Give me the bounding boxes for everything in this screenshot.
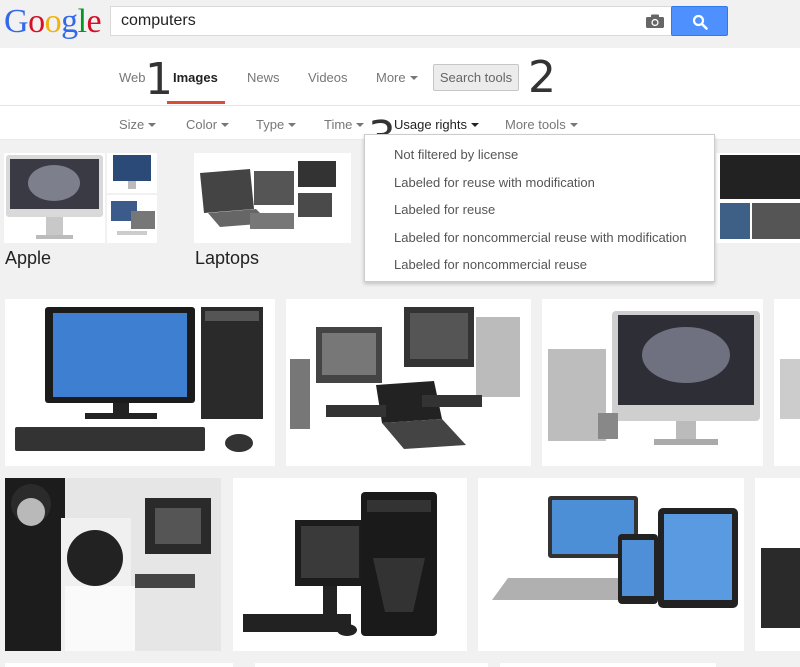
students-computer-image xyxy=(5,478,221,651)
image-result[interactable] xyxy=(500,663,716,667)
tool-usage-rights-label: Usage rights xyxy=(394,117,467,132)
imac-desktop-image xyxy=(542,299,763,466)
tool-usage-rights[interactable]: Usage rights xyxy=(394,117,479,132)
tool-color[interactable]: Color xyxy=(186,117,230,132)
related-apple-main-thumb[interactable] xyxy=(4,153,105,243)
laptops-image xyxy=(194,153,351,243)
usage-option-reuse[interactable]: Labeled for reuse xyxy=(394,202,495,217)
active-tab-indicator xyxy=(167,101,225,104)
image-result[interactable] xyxy=(233,478,467,651)
logo-letter-o2: o xyxy=(44,3,62,40)
image-result[interactable] xyxy=(255,663,488,667)
tab-web[interactable]: Web xyxy=(119,70,146,85)
image-result[interactable] xyxy=(774,299,800,466)
related-apple-thumb-3[interactable] xyxy=(107,195,157,243)
tool-time[interactable]: Time xyxy=(324,117,365,132)
chevron-down-icon xyxy=(569,123,578,127)
usage-option-reuse-modification[interactable]: Labeled for reuse with modification xyxy=(394,175,595,190)
black-desktop-image xyxy=(233,478,467,651)
tab-more[interactable]: More xyxy=(376,70,418,85)
image-result[interactable] xyxy=(542,299,763,466)
tool-type-label: Type xyxy=(256,117,285,132)
usage-option-noncommercial[interactable]: Labeled for noncommercial reuse xyxy=(394,257,587,272)
chevron-down-icon xyxy=(356,123,365,127)
logo-letter-l: l xyxy=(77,3,87,40)
tool-more-tools[interactable]: More tools xyxy=(505,117,578,132)
tool-more-tools-label: More tools xyxy=(505,117,566,132)
tool-type[interactable]: Type xyxy=(256,117,297,132)
related-thumb-right[interactable] xyxy=(716,153,800,243)
image-result[interactable] xyxy=(5,299,275,466)
camera-icon[interactable] xyxy=(646,14,664,28)
image-result[interactable] xyxy=(5,478,221,651)
tool-size[interactable]: Size xyxy=(119,117,157,132)
usage-rights-menu: Not filtered by license Labeled for reus… xyxy=(364,134,715,282)
search-nav: Web Images News Videos More Search tools… xyxy=(0,48,800,106)
usage-option-not-filtered[interactable]: Not filtered by license xyxy=(394,147,518,162)
search-input[interactable] xyxy=(121,7,621,35)
chevron-down-icon xyxy=(288,123,297,127)
tab-more-label: More xyxy=(376,70,406,85)
logo-letter-e: e xyxy=(86,3,102,40)
related-laptops-thumb[interactable] xyxy=(194,153,351,243)
tool-color-label: Color xyxy=(186,117,218,132)
page: { "logo": {"letters": ["G","o","o","g","… xyxy=(0,0,800,667)
image-result[interactable] xyxy=(755,478,800,651)
tab-news[interactable]: News xyxy=(247,70,280,85)
image-result[interactable] xyxy=(5,663,233,667)
annotation-one: 1 xyxy=(145,54,173,105)
tab-videos[interactable]: Videos xyxy=(308,70,348,85)
header: Google xyxy=(0,0,800,48)
related-apple-thumb-2[interactable] xyxy=(107,153,157,193)
search-box xyxy=(110,6,672,36)
devices-image xyxy=(478,478,744,651)
search-tools-button[interactable]: Search tools xyxy=(433,64,519,91)
tab-images[interactable]: Images xyxy=(173,70,218,85)
desktop-computer-image xyxy=(5,299,275,466)
image-result[interactable] xyxy=(286,299,531,466)
imac-image xyxy=(4,153,105,243)
logo-letter-g1: G xyxy=(4,3,29,40)
computers-group-image xyxy=(286,299,531,466)
tool-size-label: Size xyxy=(119,117,145,132)
computer-image xyxy=(774,299,800,466)
chevron-down-icon xyxy=(221,123,230,127)
image-result[interactable] xyxy=(478,478,744,651)
logo-letter-o1: o xyxy=(28,3,45,40)
google-logo[interactable]: Google xyxy=(4,3,102,40)
tool-time-label: Time xyxy=(324,117,353,132)
imac-image xyxy=(107,153,157,193)
annotation-two: 2 xyxy=(528,52,556,103)
search-button[interactable] xyxy=(671,6,728,36)
chevron-down-icon xyxy=(470,123,479,127)
computer-image xyxy=(755,478,800,651)
usage-option-noncommercial-modification[interactable]: Labeled for noncommercial reuse with mod… xyxy=(394,230,687,245)
chevron-down-icon xyxy=(148,123,157,127)
chevron-down-icon xyxy=(409,76,418,80)
imac-image xyxy=(107,195,157,243)
related-label-laptops[interactable]: Laptops xyxy=(195,248,259,269)
magnifier-icon xyxy=(692,14,708,30)
related-label-apple[interactable]: Apple xyxy=(5,248,51,269)
logo-letter-g2: g xyxy=(61,3,78,40)
laptop-image xyxy=(716,153,800,243)
